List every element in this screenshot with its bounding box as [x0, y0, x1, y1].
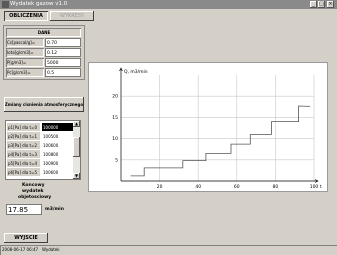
x-tick-label: 20 — [157, 184, 163, 190]
minimize-icon[interactable]: _ — [310, 1, 317, 8]
scroll-thumb[interactable] — [73, 137, 80, 157]
field-label: Pc[g/cm3]= — [6, 68, 44, 77]
row-value[interactable]: 100600 — [42, 168, 74, 176]
title-bar: Wydatek gazow v1.0 _ □ × — [0, 0, 337, 9]
scroll-down-icon[interactable]: ▼ — [73, 173, 80, 179]
row-label: p1[Pa] dla t=0 h — [7, 123, 40, 139]
row-label: p4[Pa] dla t=3 h — [7, 150, 40, 166]
series-line — [130, 105, 311, 177]
maximize-icon[interactable]: □ — [318, 1, 325, 8]
result-caption-line3: objetosciowy — [18, 195, 52, 200]
result-unit: m3/min — [45, 207, 64, 212]
row-value[interactable]: 100800 — [42, 150, 74, 158]
x-axis-label: t — [320, 184, 322, 190]
table-row[interactable]: p6[Pa] dla t=5 h 100600 — [6, 168, 74, 177]
field-input[interactable]: 0.5 — [45, 68, 81, 77]
flow-chart: 20 40 60 80 100 5 10 15 20 Q, m3/min t — [112, 67, 322, 190]
y-tick-label: 20 — [112, 94, 118, 100]
close-icon[interactable]: × — [327, 1, 334, 8]
row-value[interactable]: 100600 — [42, 141, 74, 149]
table-row[interactable]: p5[Pa] dla t=4 h 100900 — [6, 159, 74, 175]
table-row[interactable]: p2[Pa] dla t=1 h 100500 — [6, 132, 74, 148]
field-input[interactable]: 0.12 — [45, 48, 81, 57]
chart-panel: 20 40 60 80 100 5 10 15 20 Q, m3/min t — [88, 62, 328, 192]
row-label: p2[Pa] dla t=1 h — [7, 132, 40, 148]
charts-button[interactable]: WYKRESY — [50, 11, 94, 21]
table-row[interactable]: p4[Pa] dla t=3 h 100800 — [6, 150, 74, 166]
table-scrollbar[interactable]: ▲ ▼ — [73, 121, 80, 179]
row-value[interactable]: 100900 — [42, 159, 74, 167]
result-caption-line2: wydatek — [22, 189, 44, 194]
x-tick-label: 100 — [310, 184, 319, 190]
row-label: p6[Pa] dla t=5 h — [7, 168, 40, 176]
y-tick-label: 10 — [112, 136, 118, 142]
row-label: p5[Pa] dla t=4 h — [7, 159, 40, 175]
table-row[interactable]: p3[Pa] dla t=2 h 100600 — [6, 141, 74, 157]
exit-button[interactable]: WYJSCIE — [4, 233, 48, 243]
calculations-button[interactable]: OBLICZENIA — [4, 11, 48, 21]
x-tick-label: 60 — [234, 184, 240, 190]
result-value: 17.85 — [6, 204, 42, 215]
y-axis-label: Q, m3/min — [124, 69, 148, 75]
x-tick-label: 80 — [273, 184, 279, 190]
row-label: p3[Pa] dla t=2 h — [7, 141, 40, 157]
x-tick-label: 40 — [195, 184, 201, 190]
window-title: Wydatek gazow v1.0 — [10, 1, 68, 7]
field-input[interactable]: 5000 — [45, 58, 81, 67]
field-label: P[g/m3]= — [6, 58, 44, 67]
status-text: Wydatek — [42, 247, 60, 252]
row-value[interactable]: 100000 — [42, 123, 74, 131]
data-header: DANE — [6, 28, 81, 37]
status-time: 2008-06-17 06:47 — [2, 247, 39, 252]
result-caption-line1: Koncowy — [22, 183, 45, 188]
field-label: Cs[pascal/g]= — [6, 38, 44, 47]
y-tick-label: 15 — [112, 115, 118, 121]
app-window: Wydatek gazow v1.0 _ □ × OBLICZENIA WYKR… — [0, 0, 337, 255]
app-icon — [2, 1, 9, 8]
scroll-up-icon[interactable]: ▲ — [73, 121, 80, 127]
table-row[interactable]: p1[Pa] dla t=0 h 100000 — [6, 123, 74, 139]
data-panel: DANE Cs[pascal/g]= 0.70 Iota[g/cm3]= 0.1… — [3, 25, 85, 80]
status-bar: 2008-06-17 06:47 Wydatek — [0, 245, 337, 255]
field-label: Iota[g/cm3]= — [6, 48, 44, 57]
field-input[interactable]: 0.70 — [45, 38, 81, 47]
pressure-changes-button[interactable]: Zmiany cisnienia atmosferycznego — [4, 97, 84, 112]
row-value[interactable]: 100500 — [42, 132, 74, 140]
pressure-table[interactable]: p1[Pa] dla t=0 h 100000 p2[Pa] dla t=1 h… — [5, 120, 81, 180]
y-tick-label: 5 — [115, 157, 118, 163]
